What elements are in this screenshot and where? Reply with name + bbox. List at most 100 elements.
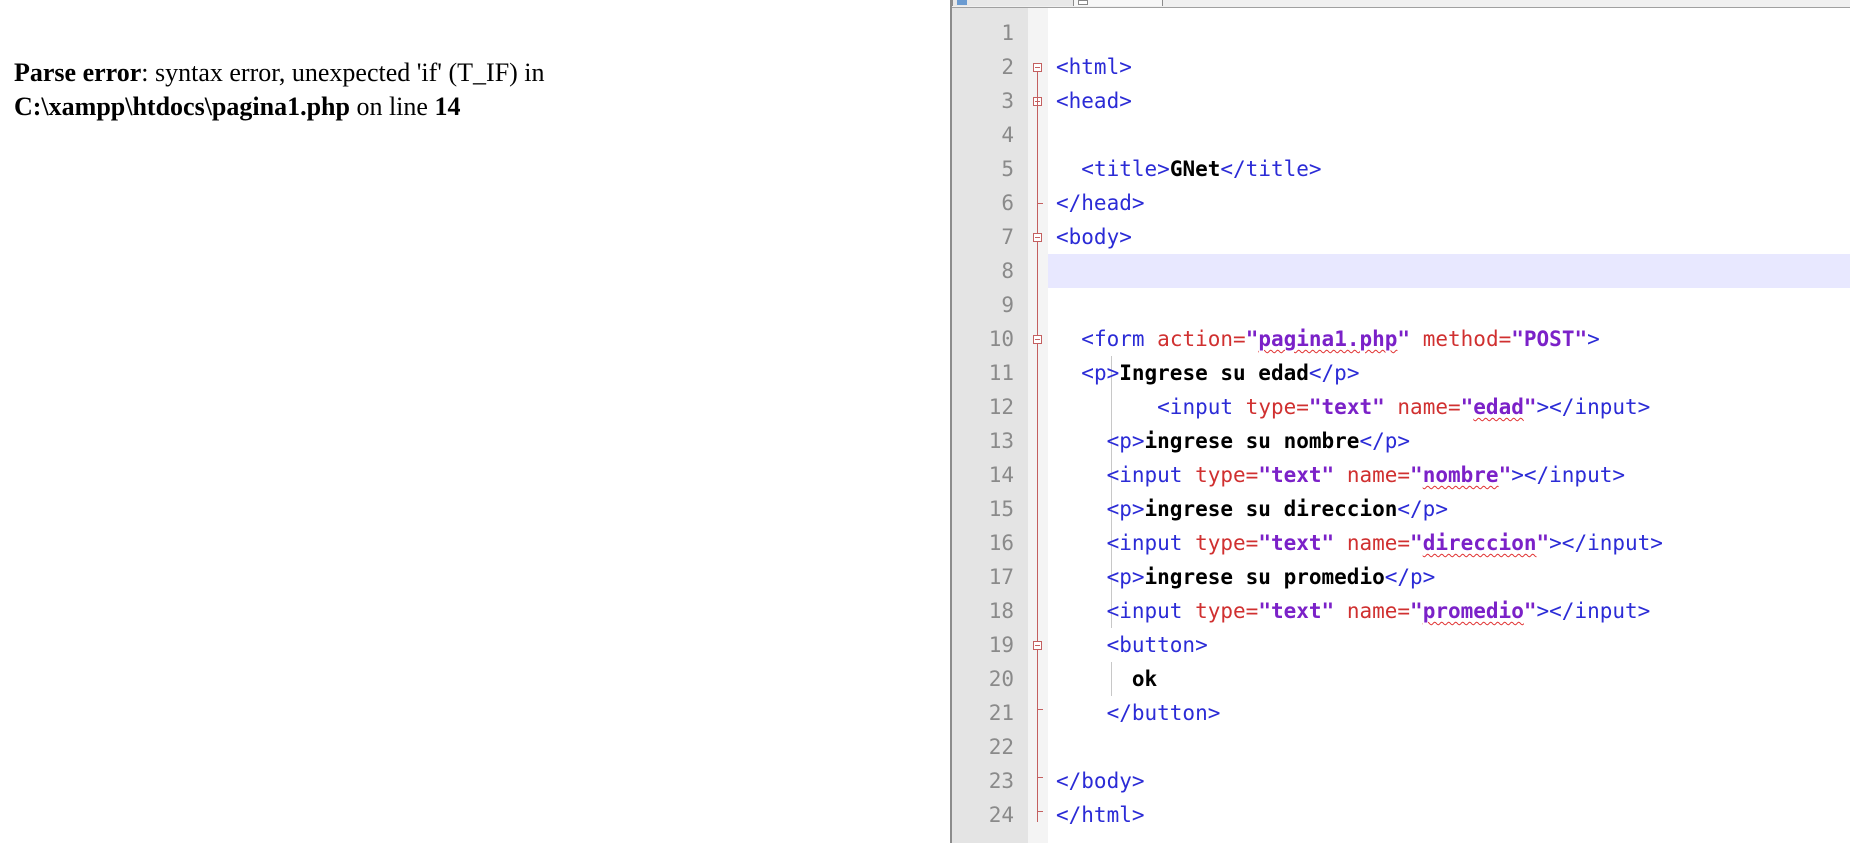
code-area[interactable]: <html> <head> <title>GNet</title> </head… <box>1048 8 1850 843</box>
code-line-6: </head> <box>1048 186 1850 220</box>
head-close-tag: </head> <box>1056 191 1145 215</box>
title-close-tag: </title> <box>1220 157 1322 181</box>
editor-tab-active[interactable] <box>952 0 1074 6</box>
p-open-tag: <p> <box>1106 429 1145 453</box>
html-open-tag: <html> <box>1056 55 1132 79</box>
line-number: 7 <box>1001 225 1014 249</box>
fold-margin <box>1028 8 1048 843</box>
p-text: Ingrese su edad <box>1119 361 1309 385</box>
quote: " <box>1523 599 1537 623</box>
input-close-tag: ></input> <box>1511 463 1626 487</box>
name-value: direccion <box>1422 531 1537 555</box>
line-number: 17 <box>988 565 1014 589</box>
input-close-tag: ></input> <box>1549 531 1663 555</box>
tag-close: > <box>1587 327 1600 351</box>
line-number: 1 <box>1001 21 1014 45</box>
code-line-23: </body> <box>1048 764 1850 798</box>
quote: " <box>1498 463 1512 487</box>
line-number: 12 <box>988 395 1014 419</box>
type-attr: type= <box>1195 463 1259 487</box>
body-open-tag: <body> <box>1056 225 1132 249</box>
fold-end-head <box>1037 203 1043 204</box>
p-open-tag: <p> <box>1106 497 1145 521</box>
quote: " <box>1536 531 1550 555</box>
quote: " <box>1460 395 1474 419</box>
line-number: 15 <box>988 497 1014 521</box>
input-open-tag: <input <box>1157 395 1234 419</box>
name-attr: name= <box>1346 463 1411 487</box>
code-lines: <html> <head> <title>GNet</title> </head… <box>1048 16 1850 832</box>
line-number: 11 <box>988 361 1014 385</box>
p-open-tag: <p> <box>1106 565 1145 589</box>
error-line-number: 14 <box>434 92 461 121</box>
input-close-tag: ></input> <box>1536 395 1651 419</box>
type-value: "text" <box>1258 599 1335 623</box>
fold-toggle-html[interactable] <box>1033 63 1042 72</box>
code-line-14: <input type="text" name="nombre"></input… <box>1048 458 1850 492</box>
name-value: promedio <box>1422 599 1524 623</box>
action-value: pagina1.php <box>1258 327 1398 351</box>
name-attr: name= <box>1346 531 1411 555</box>
line-number: 13 <box>988 429 1014 453</box>
p-close-tag: </p> <box>1397 497 1448 521</box>
type-value: "text" <box>1258 531 1335 555</box>
line-number-gutter: 1 2 3 4 5 6 7 8 9 10 11 12 13 14 15 16 1… <box>952 8 1028 843</box>
input-open-tag: <input <box>1106 599 1183 623</box>
code-line-17: <p>ingrese su promedio</p> <box>1048 560 1850 594</box>
fold-toggle-form[interactable] <box>1033 335 1042 344</box>
input-open-tag: <input <box>1106 463 1183 487</box>
name-attr: name= <box>1346 599 1411 623</box>
line-number: 8 <box>1001 259 1014 283</box>
button-close-tag: </button> <box>1106 701 1221 725</box>
editor-tab-strip <box>952 0 1850 8</box>
html-close-tag: </html> <box>1056 803 1145 827</box>
action-attr: action= <box>1157 327 1246 351</box>
fold-toggle-button[interactable] <box>1033 641 1042 650</box>
head-open-tag: <head> <box>1056 89 1132 113</box>
line-number: 22 <box>988 735 1014 759</box>
code-line-8-current <box>1048 254 1850 288</box>
fold-toggle-body[interactable] <box>1033 233 1042 242</box>
line-number: 5 <box>1001 157 1014 181</box>
line-number: 10 <box>988 327 1014 351</box>
p-close-tag: </p> <box>1359 429 1411 453</box>
type-attr: type= <box>1195 599 1259 623</box>
line-number: 19 <box>988 633 1014 657</box>
name-value: nombre <box>1422 463 1499 487</box>
code-line-5: <title>GNet</title> <box>1048 152 1850 186</box>
title-text: GNet <box>1169 157 1221 181</box>
code-editor[interactable]: 1 2 3 4 5 6 7 8 9 10 11 12 13 14 15 16 1… <box>950 0 1850 843</box>
input-close-tag: ></input> <box>1536 599 1651 623</box>
p-text: ingrese su nombre <box>1144 429 1360 453</box>
line-numbers: 1 2 3 4 5 6 7 8 9 10 11 12 13 14 15 16 1… <box>952 16 1014 832</box>
code-line-13: <p>ingrese su nombre</p> <box>1048 424 1850 458</box>
line-number: 14 <box>988 463 1014 487</box>
fold-end-body <box>1037 777 1043 778</box>
error-file-path: C:\xampp\htdocs\pagina1.php <box>14 92 350 121</box>
name-value: edad <box>1473 395 1524 419</box>
line-number: 23 <box>988 769 1014 793</box>
type-attr: type= <box>1245 395 1309 419</box>
editor-tab-inactive[interactable] <box>1074 0 1163 6</box>
fold-end-button <box>1037 709 1043 710</box>
php-error-message: Parse error: syntax error, unexpected 'i… <box>14 56 774 124</box>
code-line-11: <p>Ingrese su edad</p> <box>1048 356 1850 390</box>
quote: " <box>1523 395 1537 419</box>
button-text: ok <box>1131 667 1158 691</box>
line-number: 6 <box>1001 191 1014 215</box>
code-line-7: <body> <box>1048 220 1850 254</box>
body-close-tag: </body> <box>1056 769 1145 793</box>
method-attr: method= <box>1422 327 1512 351</box>
p-text: ingrese su promedio <box>1144 565 1385 589</box>
code-line-20: ok <box>1048 662 1850 696</box>
fold-end-html <box>1037 811 1043 812</box>
type-value: "text" <box>1258 463 1335 487</box>
code-line-3: <head> <box>1048 84 1850 118</box>
line-number: 4 <box>1001 123 1014 147</box>
new-file-icon <box>1078 0 1088 5</box>
line-number: 21 <box>988 701 1014 725</box>
name-attr: name= <box>1397 395 1461 419</box>
